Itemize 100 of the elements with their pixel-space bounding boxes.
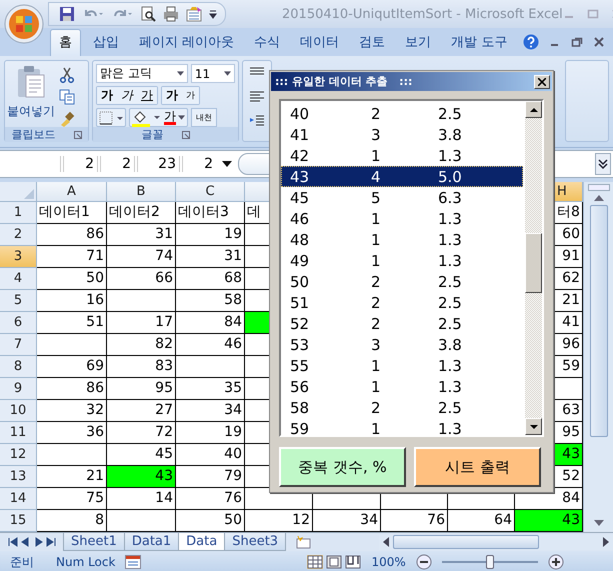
scroll-right-icon[interactable]: [603, 537, 609, 547]
table-cell: 36: [37, 422, 107, 444]
customize-icon[interactable]: [209, 9, 217, 19]
table-cell: 75: [37, 488, 107, 510]
border-icon[interactable]: [98, 110, 124, 126]
help-icon[interactable]: [523, 34, 539, 50]
row-header[interactable]: 8: [0, 356, 37, 378]
sheet-tab[interactable]: Sheet3: [224, 533, 286, 551]
row-header[interactable]: 15: [0, 510, 37, 532]
phonetic-button[interactable]: 내천: [191, 108, 217, 127]
print-preview-icon[interactable]: [140, 6, 156, 22]
dialog-title: ::: 유일한 데이터 추출 :::: [275, 74, 412, 89]
scroll-down-icon[interactable]: [530, 424, 538, 428]
ribbon-tab[interactable]: 데이터: [292, 30, 348, 56]
row-header[interactable]: 10: [0, 400, 37, 422]
list-item[interactable]: 41 3 3.8: [281, 124, 523, 145]
table-cell: 72: [107, 422, 176, 444]
list-item[interactable]: 56 1 1.3: [281, 376, 523, 397]
caret-icon: [178, 115, 185, 120]
ribbon-tab[interactable]: 홈: [50, 29, 81, 56]
insert-sheet-icon[interactable]: [294, 535, 312, 549]
row-header[interactable]: 14: [0, 488, 37, 510]
table-cell: 43: [107, 466, 176, 488]
scroll-left-icon[interactable]: [383, 537, 389, 547]
table-cell: 데이터2: [107, 202, 176, 224]
macro-record-icon[interactable]: [125, 555, 142, 569]
sheet-tab[interactable]: Sheet1: [63, 533, 125, 551]
row-header[interactable]: 5: [0, 290, 37, 312]
form-icon[interactable]: [186, 6, 202, 22]
table-cell: 76: [176, 488, 245, 510]
list-item[interactable]: 43 4 5.0: [281, 166, 523, 187]
dialog-launcher-icon[interactable]: [74, 130, 82, 138]
column-header[interactable]: B: [107, 182, 176, 202]
expand-icon[interactable]: [595, 153, 611, 175]
row-header[interactable]: 9: [0, 378, 37, 400]
table-cell: [37, 334, 107, 356]
row-header[interactable]: 6: [0, 312, 37, 334]
restore-icon[interactable]: [571, 36, 583, 48]
page-break-view-icon[interactable]: [345, 555, 362, 569]
scroll-thumb[interactable]: [393, 535, 539, 549]
status-text: 준비: [10, 554, 34, 570]
table-cell: 31: [107, 224, 176, 246]
fill-color-icon[interactable]: [131, 108, 161, 126]
column-header[interactable]: A: [37, 182, 107, 202]
table-cell: 34: [176, 400, 245, 422]
table-cell: 데이터3: [176, 202, 245, 224]
normal-view-icon[interactable]: [307, 555, 324, 569]
close-icon[interactable]: [593, 36, 605, 48]
close-button[interactable]: [534, 74, 550, 88]
table-cell: 79: [176, 466, 245, 488]
save-icon[interactable]: [59, 6, 75, 22]
table-cell: 58: [176, 290, 245, 312]
ribbon-tab[interactable]: 개발 도구: [443, 30, 516, 56]
zoom-level: 100%: [371, 555, 406, 569]
table-cell: 43: [515, 510, 583, 532]
list-item[interactable]: 40 2 2.5: [281, 103, 523, 124]
row-header[interactable]: 4: [0, 268, 37, 290]
font-name-field[interactable]: 맑은 고딕: [96, 64, 188, 83]
formula-bar-fragment: 23: [134, 156, 179, 172]
copy-icon[interactable]: [59, 89, 75, 105]
page-layout-view-icon[interactable]: [326, 555, 342, 569]
paste-button[interactable]: 붙여넣기: [7, 65, 55, 127]
scroll-thumb[interactable]: [590, 205, 608, 437]
ribbon-tab[interactable]: 보기: [397, 30, 440, 56]
printer-icon[interactable]: [163, 6, 179, 22]
ribbon-tab[interactable]: 검토: [351, 30, 394, 56]
dropdown-icon[interactable]: [222, 161, 232, 167]
zoom-out-icon[interactable]: [416, 554, 432, 570]
column-header[interactable]: C: [176, 182, 245, 202]
table-cell: 71: [37, 246, 107, 268]
list-item[interactable]: 42 1 1.3: [281, 145, 523, 166]
table-cell: 19: [176, 422, 245, 444]
ribbon-tab[interactable]: 페이지 레이아웃: [131, 30, 242, 56]
dialog-button[interactable]: 시트 출력: [414, 447, 541, 487]
table-cell: 86: [37, 378, 107, 400]
table-cell: 데이터1: [37, 202, 107, 224]
ribbon-tab[interactable]: 삽입: [85, 30, 127, 56]
ribbon-tab[interactable]: 수식: [246, 30, 288, 56]
row-header[interactable]: 3: [0, 246, 37, 268]
dialog-button[interactable]: 중복 갯수, %: [279, 447, 406, 487]
row-header[interactable]: 1: [0, 202, 37, 224]
dialog-launcher-icon[interactable]: [182, 130, 190, 138]
slider-thumb[interactable]: [486, 555, 494, 569]
scissors-icon[interactable]: [59, 67, 75, 83]
font-size-field[interactable]: 11: [190, 64, 235, 83]
row-header[interactable]: 7: [0, 334, 37, 356]
sheet-tab[interactable]: Data1: [124, 533, 180, 551]
zoom-in-icon[interactable]: [548, 554, 564, 570]
row-header[interactable]: 2: [0, 224, 37, 246]
brush-icon[interactable]: [59, 111, 75, 127]
row-header[interactable]: 13: [0, 466, 37, 488]
sheet-navigation-icon[interactable]: [8, 537, 58, 547]
scroll-up-icon[interactable]: [530, 108, 538, 112]
window-title: 20150410-UniqutItemSort - Microsoft Excel: [282, 6, 563, 22]
sheet-tab[interactable]: Data: [178, 533, 226, 551]
row-header[interactable]: 11: [0, 422, 37, 444]
list-scrollbar[interactable]: [525, 101, 542, 435]
row-header[interactable]: 12: [0, 444, 37, 466]
table-cell: [107, 290, 176, 312]
vertical-scrollbar[interactable]: [583, 182, 613, 532]
